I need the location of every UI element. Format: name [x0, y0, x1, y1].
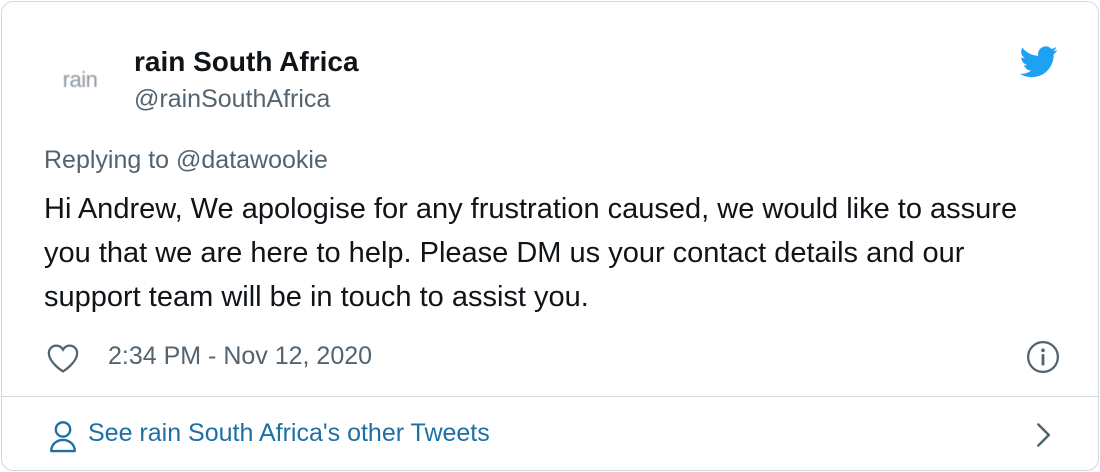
see-other-tweets-label[interactable]: See rain South Africa's other Tweets	[88, 419, 490, 448]
avatar-logo-text: rain	[62, 67, 98, 92]
heart-icon[interactable]	[46, 342, 80, 374]
replying-to[interactable]: Replying to @datawookie	[44, 146, 328, 175]
tweet-timestamp[interactable]: 2:34 PM - Nov 12, 2020	[108, 342, 372, 371]
tweet-text: Hi Andrew, We apologise for any frustrat…	[44, 193, 1018, 313]
author-handle[interactable]: @rainSouthAfrica	[134, 85, 330, 114]
author-name[interactable]: rain South Africa	[134, 46, 359, 78]
info-icon[interactable]	[1026, 340, 1060, 374]
chevron-right-icon[interactable]	[1032, 421, 1054, 449]
tweet-card: rain rain South Africa @rainSouthAfrica …	[1, 1, 1099, 471]
see-other-tweets-link[interactable]: See rain South Africa's other Tweets	[2, 397, 1098, 470]
twitter-bird-icon[interactable]	[1020, 46, 1058, 78]
avatar[interactable]: rain	[42, 42, 118, 118]
person-icon	[50, 421, 76, 453]
